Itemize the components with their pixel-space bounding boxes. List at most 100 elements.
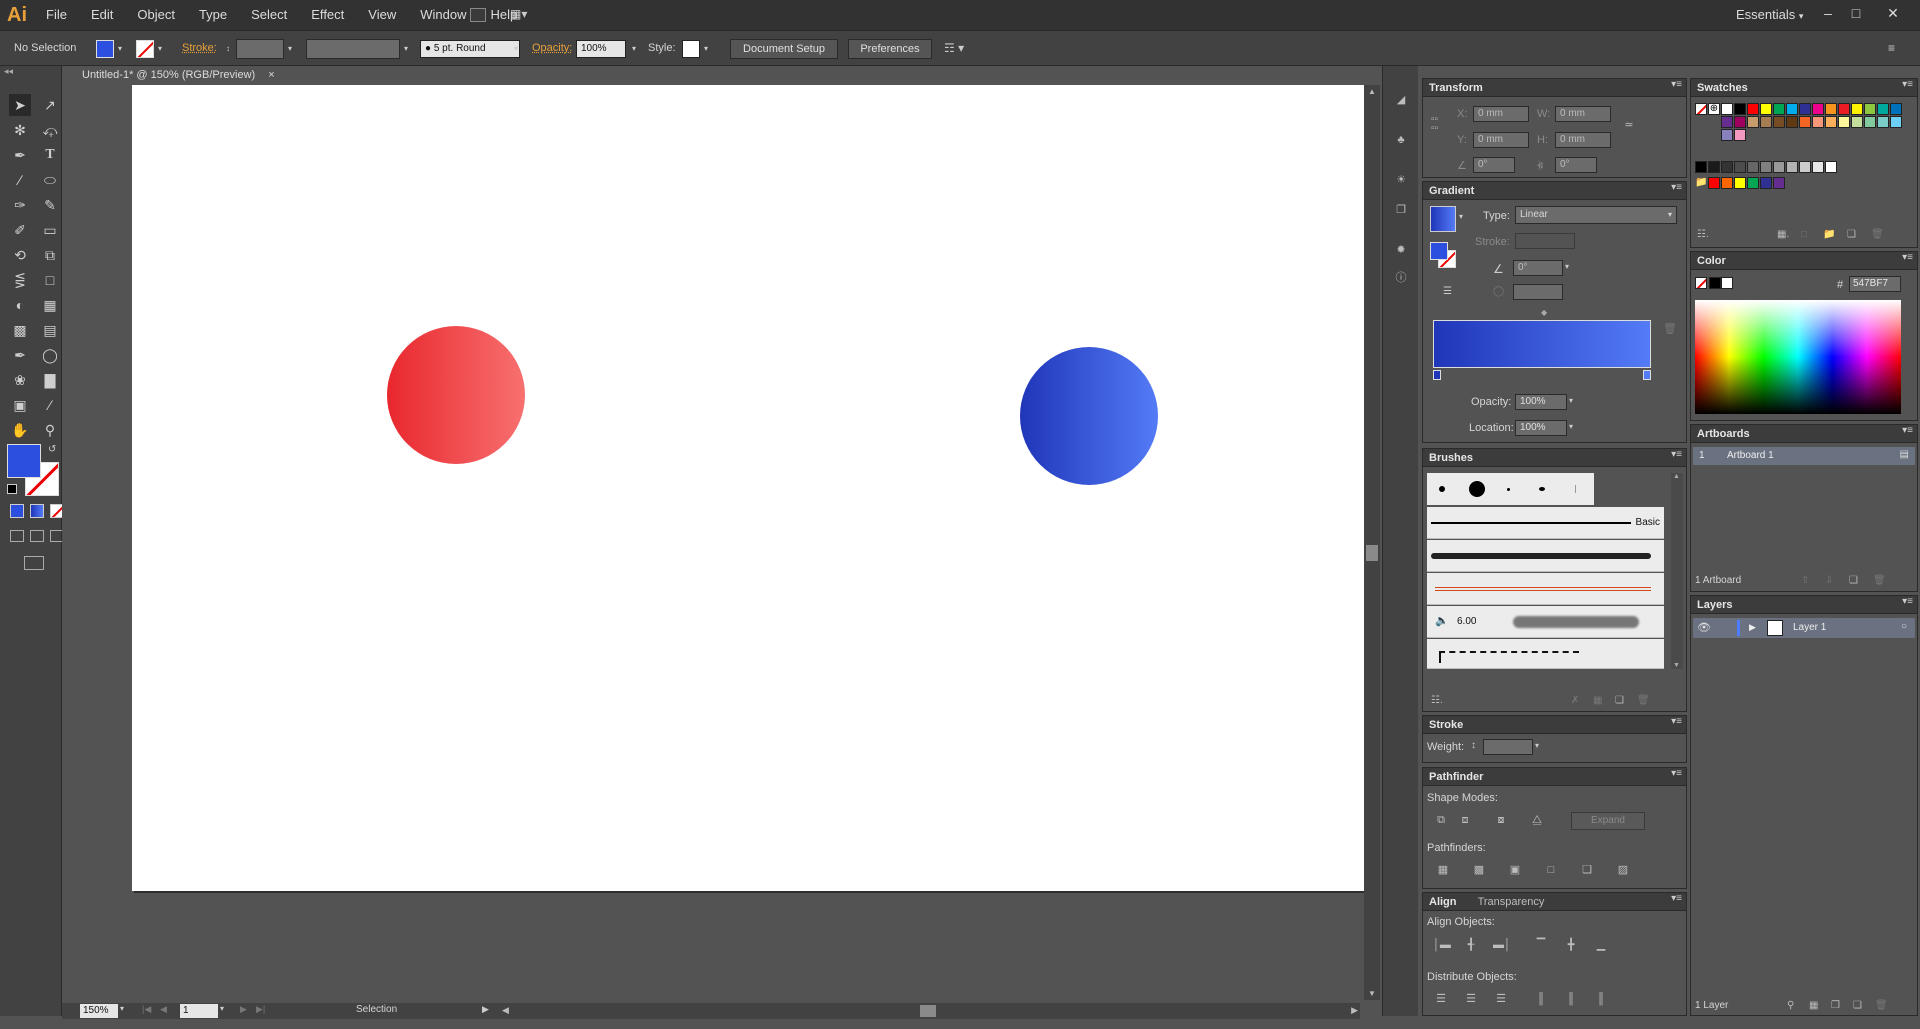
new-brush-icon[interactable]: ❏: [1615, 695, 1624, 706]
eyedropper-tool-icon[interactable]: ✒: [9, 344, 31, 366]
opacity-label[interactable]: Opacity:: [532, 42, 572, 54]
scroll-up-icon[interactable]: ▲: [1368, 87, 1376, 96]
workspace-switcher[interactable]: Essentials ▾: [1736, 0, 1803, 30]
slice-tool-icon[interactable]: ∕: [39, 394, 61, 416]
weight-stepper-icon[interactable]: ↕: [1471, 740, 1476, 751]
stroke-swatch-none[interactable]: [136, 40, 154, 58]
new-artboard-icon[interactable]: ❏: [1849, 575, 1858, 586]
swatch[interactable]: [1786, 161, 1798, 173]
artboard-number-field[interactable]: 1: [180, 1004, 218, 1018]
locate-object-icon[interactable]: ⚲: [1787, 1000, 1794, 1011]
delete-artboard-icon[interactable]: 🗑: [1873, 575, 1886, 586]
swatch[interactable]: [1864, 116, 1876, 128]
panel-collapse-icon[interactable]: ◂◂: [4, 66, 13, 77]
swatch[interactable]: [1721, 177, 1733, 189]
swatch[interactable]: [1747, 103, 1759, 115]
swatch[interactable]: [1799, 161, 1811, 173]
appearance-icon[interactable]: ☀: [1393, 172, 1409, 188]
panel-menu-icon[interactable]: ▾≡: [1671, 449, 1682, 460]
info-icon[interactable]: ⓘ: [1393, 270, 1409, 286]
outline-icon[interactable]: ❏: [1579, 862, 1595, 878]
menu-view[interactable]: View: [356, 0, 408, 30]
hex-field[interactable]: 547BF7: [1849, 276, 1901, 292]
width-tool-icon[interactable]: ⋚: [9, 269, 31, 291]
document-setup-button[interactable]: Document Setup: [730, 39, 838, 59]
layers-title[interactable]: Layers: [1691, 596, 1917, 614]
lasso-tool-icon[interactable]: ⤽: [39, 119, 61, 141]
gradient-fill-stroke-proxy[interactable]: [1430, 242, 1456, 268]
symbol-sprayer-tool-icon[interactable]: ❀: [9, 369, 31, 391]
panel-menu-icon[interactable]: ▾≡: [1671, 182, 1682, 193]
exclude-icon[interactable]: ⧋: [1529, 812, 1545, 828]
swatch[interactable]: [1747, 161, 1759, 173]
remove-brush-stroke-icon[interactable]: ✗: [1571, 695, 1579, 706]
swatch[interactable]: [1838, 103, 1850, 115]
align-left-icon[interactable]: │▬: [1433, 937, 1451, 953]
swatch[interactable]: [1825, 103, 1837, 115]
gradient-options-icon[interactable]: ☰: [1443, 286, 1452, 297]
transparency-tab[interactable]: Transparency: [1478, 896, 1545, 908]
rotate-tool-icon[interactable]: ⟲: [9, 244, 31, 266]
opacity-dropdown-icon[interactable]: ▾: [628, 40, 640, 58]
gradient-angle-field[interactable]: 0°: [1513, 260, 1563, 276]
swatch[interactable]: [1721, 129, 1733, 141]
align-top-icon[interactable]: ▔: [1533, 937, 1549, 953]
ellipse-tool-icon[interactable]: ⬭: [39, 169, 61, 191]
clipping-mask-icon[interactable]: ▦: [1809, 1000, 1818, 1011]
direct-selection-tool-icon[interactable]: ↗: [39, 94, 61, 116]
swatch[interactable]: [1760, 103, 1772, 115]
arrange-objects-icon[interactable]: ☶ ▾: [944, 41, 964, 55]
divide-icon[interactable]: ▦: [1435, 862, 1451, 878]
swatch[interactable]: [1851, 116, 1863, 128]
gradient-stop-right[interactable]: [1643, 370, 1651, 380]
swatch[interactable]: [1721, 103, 1733, 115]
swatch[interactable]: [1721, 161, 1733, 173]
restore-button[interactable]: □: [1843, 2, 1869, 24]
brush-options-icon[interactable]: ▦: [1593, 695, 1602, 706]
expand-triangle-icon[interactable]: ▶: [1749, 622, 1756, 633]
swatch[interactable]: [1838, 116, 1850, 128]
transform-title[interactable]: Transform: [1423, 79, 1686, 97]
minus-back-icon[interactable]: ▨: [1615, 862, 1631, 878]
scroll-down-icon[interactable]: ▼: [1673, 662, 1680, 669]
swatch[interactable]: [1734, 177, 1746, 189]
layer-name[interactable]: Layer 1: [1793, 622, 1826, 633]
distribute-left-icon[interactable]: ║: [1533, 991, 1549, 1007]
opacity-field[interactable]: 100%: [576, 40, 626, 58]
free-transform-tool-icon[interactable]: □: [39, 269, 61, 291]
aspect-ratio-field[interactable]: [1513, 284, 1563, 300]
document-tab[interactable]: Untitled-1* @ 150% (RGB/Preview) ×: [76, 66, 275, 85]
selection-tool-icon[interactable]: ➤: [9, 94, 31, 116]
color-spectrum[interactable]: [1695, 300, 1901, 414]
menu-type[interactable]: Type: [187, 0, 239, 30]
swatch[interactable]: [1695, 161, 1707, 173]
stroke-dropdown-icon[interactable]: ▾: [154, 40, 166, 58]
status-menu-icon[interactable]: ▶: [482, 1004, 489, 1015]
align-right-icon[interactable]: ▬│: [1493, 937, 1511, 953]
swatch[interactable]: [1734, 116, 1746, 128]
w-field[interactable]: 0 mm: [1555, 106, 1611, 122]
scroll-right-icon[interactable]: ▶: [1351, 1005, 1358, 1016]
close-window-button[interactable]: ✕: [1880, 2, 1906, 24]
color-guide-icon[interactable]: ◢: [1393, 92, 1409, 108]
scroll-up-icon[interactable]: ▲: [1673, 473, 1680, 480]
artboard-tool-icon[interactable]: ▣: [9, 394, 31, 416]
menu-object[interactable]: Object: [125, 0, 187, 30]
graphic-style-swatch[interactable]: [682, 40, 700, 58]
h-field[interactable]: 0 mm: [1555, 132, 1611, 148]
preferences-button[interactable]: Preferences: [848, 39, 932, 59]
scroll-thumb[interactable]: [1366, 545, 1378, 561]
default-fill-stroke-icon[interactable]: [7, 484, 17, 494]
swatch[interactable]: [1734, 103, 1746, 115]
gradient-swatch-dropdown-icon[interactable]: ▾: [1459, 212, 1463, 221]
swatch[interactable]: [1747, 116, 1759, 128]
eraser-tool-icon[interactable]: ▭: [39, 219, 61, 241]
swatch[interactable]: [1734, 129, 1746, 141]
brush-dashed-row[interactable]: [1427, 639, 1664, 669]
red-gradient-circle[interactable]: [387, 326, 525, 464]
menu-file[interactable]: File: [34, 0, 79, 30]
swatch[interactable]: [1734, 161, 1746, 173]
arrange-documents-icon[interactable]: ▦▾: [510, 7, 536, 23]
artboard-canvas[interactable]: [132, 85, 1364, 891]
swatch[interactable]: [1786, 103, 1798, 115]
